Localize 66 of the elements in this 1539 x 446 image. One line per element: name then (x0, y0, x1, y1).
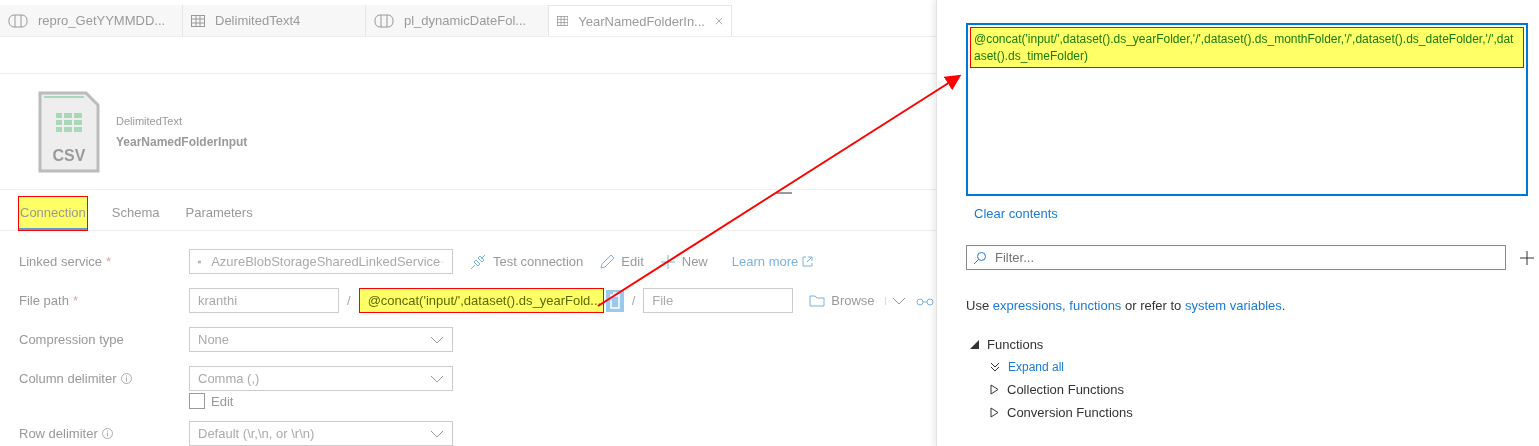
action-button[interactable]: Test connection (469, 252, 584, 271)
action-button[interactable]: Edit (599, 253, 644, 270)
csv-file-icon: CSV (38, 90, 100, 173)
edit-checkbox[interactable] (189, 393, 205, 409)
filter-input[interactable]: Filter... (993, 249, 1499, 266)
container-field[interactable]: kranthi (189, 288, 339, 313)
column-delimiter-dropdown[interactable]: Comma (,) (189, 366, 453, 391)
resize-handle[interactable] (776, 192, 792, 194)
expression-editor[interactable]: @concat('input/',dataset().ds_yearFolder,'/',dataset().ds_monthFolder,'/',dataset().ds_dateFolder,'/',dataset().ds_timeFolder) (966, 23, 1528, 196)
browse-button[interactable]: Browse (809, 293, 875, 308)
expression-text: @concat('input/',dataset().ds_yearFolder,'/',dataset().ds_monthFolder,'/',dataset().ds_dateFolder,'/',dataset().ds_timeFolder) (970, 27, 1524, 68)
expand-all-link[interactable]: Expand all (1008, 360, 1065, 374)
trash-icon[interactable] (605, 289, 624, 312)
chevron-down-icon (430, 429, 444, 438)
triangle-icon (990, 407, 999, 418)
close-icon[interactable] (714, 16, 723, 27)
triangle-icon (990, 384, 999, 395)
dataset-type: DelimitedText (116, 114, 184, 127)
plus-icon[interactable] (1520, 250, 1534, 265)
help-link[interactable]: expressions, functions (992, 298, 1122, 313)
glasses-icon[interactable] (915, 295, 934, 306)
chevron-down-icon (891, 296, 906, 305)
external-link-icon (802, 256, 814, 267)
document-tab[interactable]: YearNamedFolderIn... (549, 5, 732, 37)
table-icon (191, 14, 205, 27)
field-label: Column delimiter (19, 371, 189, 386)
learn-more-link[interactable]: Learn more (731, 254, 814, 269)
directory-field[interactable]: @concat('input/',dataset().ds_yearFold... (358, 288, 604, 313)
help-link[interactable]: system variables (1184, 298, 1282, 313)
tree-item[interactable]: Collection Functions (970, 382, 1539, 397)
double-chevron-icon (990, 362, 1000, 372)
pipeline-icon (8, 13, 28, 28)
search-icon (973, 250, 987, 265)
dataset-name: YearNamedFolderInput (116, 134, 248, 149)
plus-icon (659, 253, 676, 270)
document-tab[interactable]: DelimitedText4 (183, 5, 366, 37)
section-tab[interactable]: Connection (19, 196, 87, 230)
chevron-down-icon (430, 335, 444, 344)
field-label: File path * (19, 293, 79, 308)
tree-item[interactable]: Conversion Functions (970, 405, 1539, 420)
field-label: Compression type (19, 332, 125, 347)
action-button[interactable]: New (659, 253, 708, 270)
path-separator: / (631, 293, 636, 308)
field-label: Linked service * (19, 254, 113, 269)
chevron-down-icon (430, 374, 444, 383)
pipeline-icon (374, 13, 394, 28)
pencil-icon (599, 253, 616, 270)
linked-service-dropdown[interactable]: AzureBlobStorageSharedLinkedService (189, 249, 453, 274)
filter-field[interactable]: Filter... (966, 245, 1506, 270)
row-delimiter-dropdown[interactable]: Default (\r,\n, or \r\n) (189, 421, 453, 446)
help-text: Use expressions, functions or refer to system variables. (966, 298, 1287, 313)
folder-icon (809, 294, 826, 307)
compression-dropdown[interactable]: None (189, 327, 453, 352)
document-tab[interactable]: pl_dynamicDateFol... (366, 5, 549, 37)
plug-icon (469, 252, 487, 271)
file-field[interactable]: File (643, 288, 794, 313)
path-separator: / (347, 293, 351, 308)
section-tab[interactable]: Parameters (184, 196, 254, 230)
field-label: Row delimiter (19, 426, 189, 441)
clear-contents-link[interactable]: Clear contents (974, 206, 1058, 221)
checkbox-label: Edit (211, 393, 234, 409)
table-icon (557, 15, 569, 28)
section-tab[interactable]: Schema (110, 196, 161, 230)
document-tab[interactable]: repro_GetYYMMDD... (0, 5, 183, 37)
tree-item[interactable]: Functions (970, 337, 1539, 352)
expanded-triangle-icon (970, 340, 979, 349)
